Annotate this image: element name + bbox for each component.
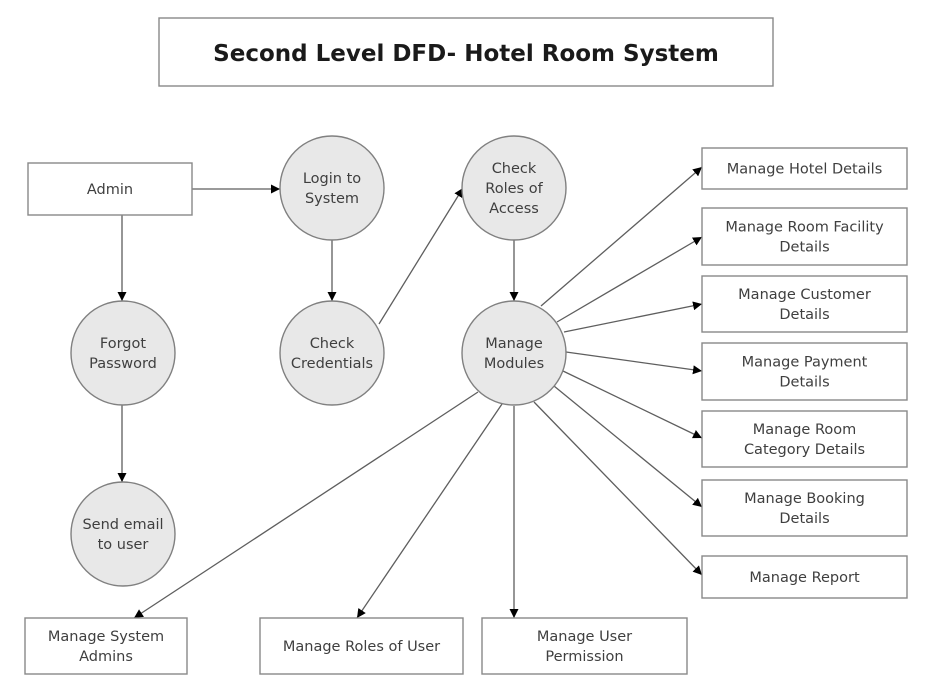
node-label-line: Manage Roles of User bbox=[283, 639, 440, 655]
module-box bbox=[481, 617, 688, 675]
process-circle bbox=[70, 300, 176, 406]
module-manage-customer-details[interactable]: Manage Customer Details bbox=[701, 275, 908, 333]
module-manage-payment-details[interactable]: Manage Payment Details bbox=[701, 342, 908, 401]
node-label-line: Password bbox=[89, 356, 157, 372]
node-label-line: Manage Room Facility bbox=[725, 220, 884, 236]
module-box bbox=[701, 275, 908, 333]
node-label-line: Modules bbox=[484, 356, 544, 372]
node-label-line: Manage bbox=[485, 336, 543, 352]
node-label-line: Details bbox=[779, 511, 829, 527]
node-label-line: Manage Customer bbox=[738, 287, 871, 303]
flow-arrow-manage-modules-to-manage-report bbox=[533, 401, 703, 576]
node-label-line: Category Details bbox=[744, 442, 865, 458]
module-manage-system-admins[interactable]: Manage System Admins bbox=[24, 617, 188, 675]
flow-arrow-manage-modules-to-manage-booking-details bbox=[553, 385, 703, 508]
node-label-line: Check bbox=[310, 336, 355, 352]
node-label-line: Manage Hotel Details bbox=[727, 162, 883, 178]
module-manage-user-permission[interactable]: Manage User Permission bbox=[481, 617, 688, 675]
node-label-line: Manage Payment bbox=[742, 355, 868, 371]
flow-arrow-manage-modules-to-manage-customer-details bbox=[563, 301, 703, 333]
node-label-line: Login to bbox=[303, 171, 361, 187]
node-label-line: Check bbox=[492, 161, 537, 177]
flow-arrow-manage-modules-to-manage-payment-details bbox=[565, 351, 703, 375]
node-label-line: Admin bbox=[87, 182, 133, 198]
module-box bbox=[701, 342, 908, 401]
module-manage-hotel-details[interactable]: Manage Hotel Details bbox=[701, 147, 908, 190]
diagram-title: Second Level DFD- Hotel Room System bbox=[213, 41, 719, 67]
flow-arrow-check-credentials-to-check-roles bbox=[378, 187, 464, 325]
node-label-line: Details bbox=[779, 307, 829, 323]
module-box bbox=[24, 617, 188, 675]
module-manage-room-facility-details[interactable]: Manage Room Facility Details bbox=[701, 207, 908, 266]
module-manage-report[interactable]: Manage Report bbox=[701, 555, 908, 599]
node-label-line: Access bbox=[489, 201, 539, 217]
node-label-line: Manage System bbox=[48, 629, 164, 645]
node-label-line: Credentials bbox=[291, 356, 373, 372]
node-label-line: Manage User bbox=[537, 629, 632, 645]
process-manage-modules[interactable]: Manage Modules bbox=[461, 300, 567, 406]
module-box bbox=[701, 410, 908, 468]
module-manage-room-category-details[interactable]: Manage Room Category Details bbox=[701, 410, 908, 468]
node-label-line: Manage Booking bbox=[744, 491, 865, 507]
flow-arrow-manage-modules-to-manage-roles-of-user bbox=[356, 403, 503, 619]
flows-layer bbox=[117, 166, 703, 619]
node-label-line: System bbox=[305, 191, 359, 207]
flow-arrow-manage-modules-to-manage-room-category-details bbox=[562, 370, 703, 439]
node-label-line: to user bbox=[98, 537, 149, 553]
nodes-layer: Admin Login to System Check Credentials Forgo… bbox=[24, 135, 908, 675]
process-check-roles[interactable]: Check Roles of Access bbox=[461, 135, 567, 241]
process-forgot-password[interactable]: Forgot Password bbox=[70, 300, 176, 406]
module-manage-roles-of-user[interactable]: Manage Roles of User bbox=[259, 617, 464, 675]
process-check-credentials[interactable]: Check Credentials bbox=[279, 300, 385, 406]
process-circle bbox=[70, 481, 176, 587]
module-manage-booking-details[interactable]: Manage Booking Details bbox=[701, 479, 908, 537]
node-label-line: Manage Room bbox=[753, 422, 857, 438]
node-label-line: Manage Report bbox=[749, 570, 860, 586]
module-box bbox=[701, 207, 908, 266]
node-label-line: Details bbox=[779, 375, 829, 391]
entity-admin[interactable]: Admin bbox=[27, 162, 193, 216]
node-label-line: Roles of bbox=[485, 181, 543, 197]
process-login[interactable]: Login to System bbox=[279, 135, 385, 241]
process-circle bbox=[279, 135, 385, 241]
node-label-line: Send email bbox=[82, 517, 163, 533]
process-send-email[interactable]: Send email to user bbox=[70, 481, 176, 587]
process-circle bbox=[279, 300, 385, 406]
flow-arrow-manage-modules-to-manage-room-facility-details bbox=[556, 236, 703, 323]
node-label-line: Forgot bbox=[100, 336, 146, 352]
node-label-line: Permission bbox=[545, 649, 623, 665]
module-box bbox=[701, 479, 908, 537]
node-label-line: Details bbox=[779, 240, 829, 256]
node-label-line: Admins bbox=[79, 649, 133, 665]
flow-arrow-manage-modules-to-manage-system-admins bbox=[133, 391, 479, 619]
process-circle bbox=[461, 300, 567, 406]
dfd-diagram: Second Level DFD- Hotel Room System Admi… bbox=[24, 17, 908, 675]
title-box: Second Level DFD- Hotel Room System bbox=[158, 17, 774, 87]
